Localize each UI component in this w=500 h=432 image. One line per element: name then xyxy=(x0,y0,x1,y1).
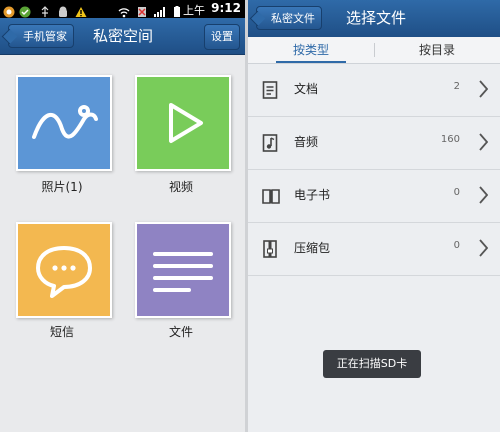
active-tab-indicator xyxy=(276,61,346,63)
document-icon xyxy=(262,81,278,103)
list-item-documents[interactable]: 文档 2 xyxy=(248,64,500,117)
row-count: 2 xyxy=(453,81,460,92)
messages-label: 短信 xyxy=(49,325,74,339)
videos-label: 视频 xyxy=(168,180,193,194)
back-button-private-files[interactable]: 私密文件 xyxy=(256,6,322,30)
tab-by-type[interactable]: 按类型 xyxy=(248,37,374,63)
messages-tile[interactable] xyxy=(16,222,112,318)
row-label: 文档 xyxy=(294,82,319,96)
play-icon xyxy=(169,103,203,143)
list-item-audio[interactable]: 音频 160 xyxy=(248,117,500,170)
status-ampm: 上午 xyxy=(183,4,205,17)
music-note-icon xyxy=(262,134,278,156)
status-bar: 上午 9:12 xyxy=(0,0,245,18)
files-tile[interactable] xyxy=(135,222,231,318)
android-icon xyxy=(57,3,69,17)
row-label: 音频 xyxy=(294,135,319,149)
archive-icon xyxy=(262,240,278,262)
chevron-right-icon xyxy=(478,186,489,208)
notification-app-icon xyxy=(3,3,15,18)
signal-icon xyxy=(153,3,165,17)
tab-bar: 按类型 按目录 xyxy=(248,37,500,64)
row-count: 0 xyxy=(453,240,460,251)
photos-label: 照片(1) xyxy=(41,180,83,194)
back-button-phone-manager[interactable]: 手机管家 xyxy=(8,24,74,48)
notification-shield-icon xyxy=(19,3,31,18)
scanning-toast: 正在扫描SD卡 xyxy=(323,350,421,378)
photos-tile[interactable] xyxy=(16,75,112,171)
row-count: 0 xyxy=(453,187,460,198)
left-title-bar: 手机管家 私密空间 设置 xyxy=(0,18,245,55)
chevron-right-icon xyxy=(478,80,489,102)
row-label: 压缩包 xyxy=(294,241,331,255)
chevron-right-icon xyxy=(478,133,489,155)
videos-tile[interactable] xyxy=(135,75,231,171)
wifi-icon xyxy=(118,3,130,18)
files-label: 文件 xyxy=(168,325,193,339)
text-lines-icon xyxy=(153,252,213,292)
row-label: 电子书 xyxy=(294,188,331,202)
landscape-icon xyxy=(32,105,98,139)
page-title: 私密空间 xyxy=(93,27,154,45)
status-time: 9:12 xyxy=(211,1,241,15)
right-title-bar: 私密文件 选择文件 xyxy=(248,0,500,38)
row-count: 160 xyxy=(440,134,460,145)
select-file-panel: 私密文件 选择文件 按类型 按目录 文档 2 音频 160 电子书 0 压缩包 … xyxy=(248,0,500,432)
chat-bubble-icon xyxy=(36,246,92,298)
settings-button[interactable]: 设置 xyxy=(204,24,240,50)
no-sim-icon xyxy=(136,3,148,17)
page-title: 选择文件 xyxy=(346,9,407,27)
tab-by-directory[interactable]: 按目录 xyxy=(374,37,500,63)
chevron-right-icon xyxy=(478,239,489,261)
book-icon xyxy=(262,187,280,209)
usb-icon xyxy=(39,3,51,17)
list-item-archives[interactable]: 压缩包 0 xyxy=(248,223,500,276)
privacy-space-panel: 上午 9:12 手机管家 私密空间 设置 照片(1) 视频 短信 文件 xyxy=(0,0,245,432)
battery-icon xyxy=(171,3,183,17)
warning-icon xyxy=(75,3,87,17)
list-item-ebooks[interactable]: 电子书 0 xyxy=(248,170,500,223)
